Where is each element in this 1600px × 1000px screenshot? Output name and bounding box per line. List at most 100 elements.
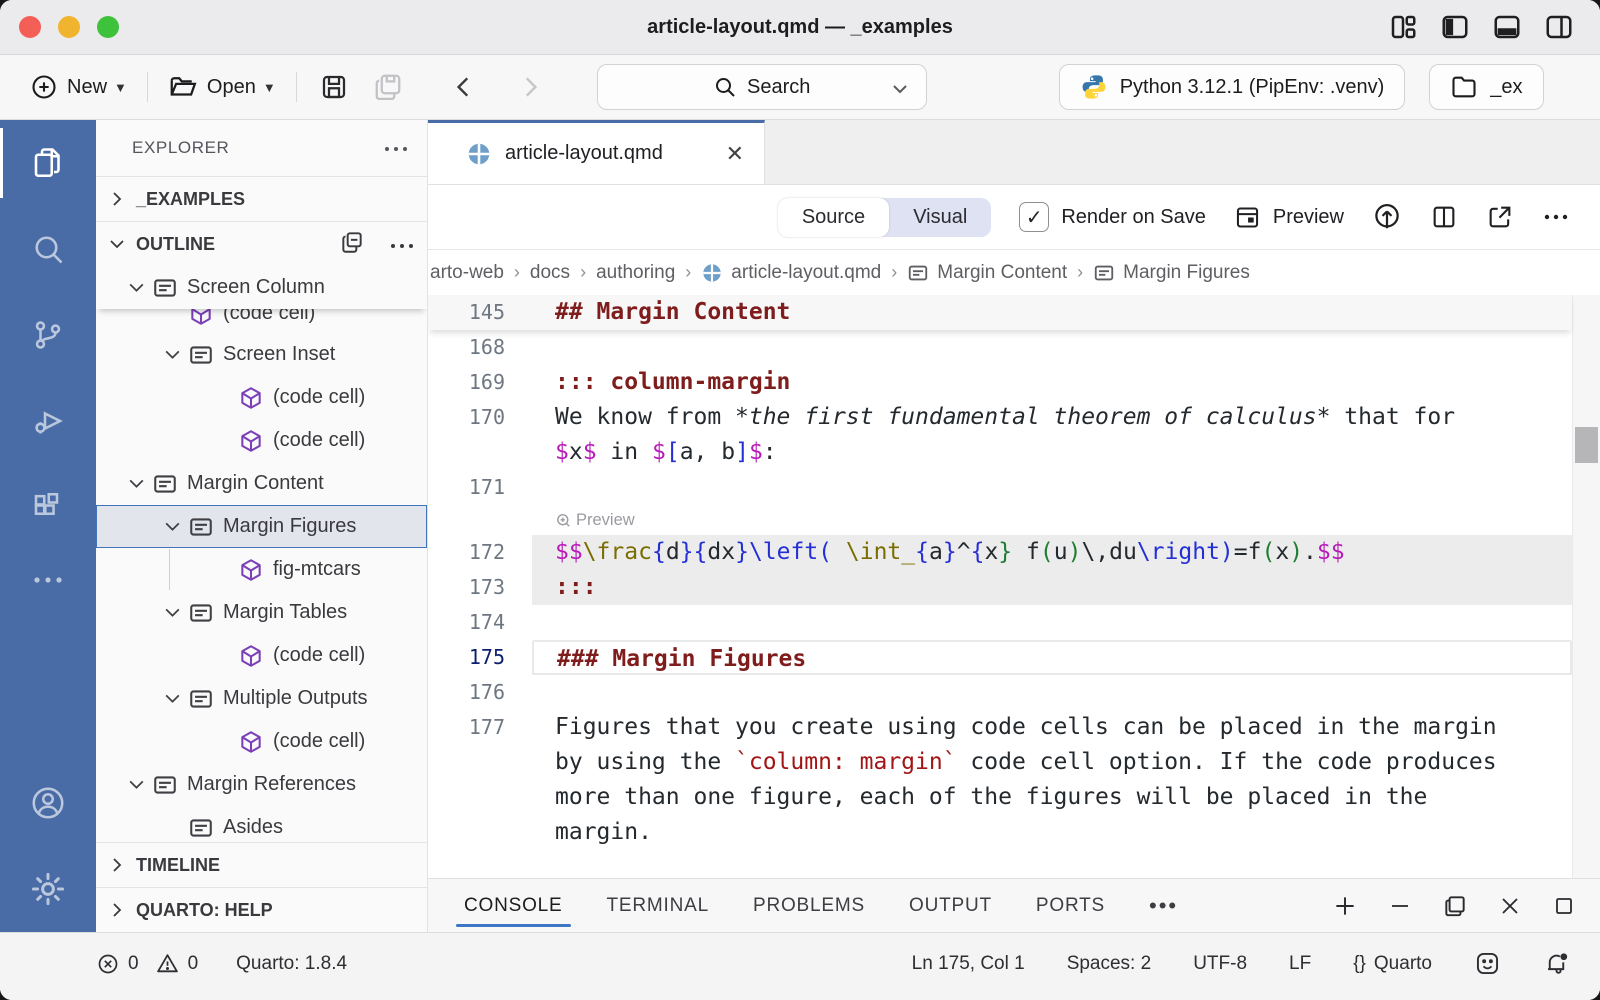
outline-item-margin-figures[interactable]: Margin Figures xyxy=(96,505,427,548)
outline-item-margin-references[interactable]: Margin References xyxy=(96,763,427,806)
tab-article-layout[interactable]: article-layout.qmd ✕ xyxy=(428,120,765,184)
breadcrumb-item-article-layout-qmd[interactable]: article-layout.qmd xyxy=(701,262,881,284)
sidebar-section-outline[interactable]: OUTLINE xyxy=(96,221,427,266)
render-document-button[interactable] xyxy=(1372,202,1402,232)
heading-symbol-icon xyxy=(152,772,178,798)
outline-item--code-cell-[interactable]: (code cell) xyxy=(96,634,427,677)
outline-item--code-cell-[interactable]: (code cell) xyxy=(96,309,427,333)
warning-count: 0 xyxy=(188,953,199,975)
panel-tab-ports[interactable]: PORTS xyxy=(1036,879,1105,932)
sidebar-section-examples[interactable]: _EXAMPLES xyxy=(96,176,427,221)
outline-item-margin-content[interactable]: Margin Content xyxy=(96,462,427,505)
outline-item--code-cell-[interactable]: (code cell) xyxy=(96,419,427,462)
breadcrumb-item-authoring[interactable]: authoring xyxy=(596,262,675,284)
panel-minimize-button[interactable] xyxy=(1388,894,1412,918)
breadcrumb-label: article-layout.qmd xyxy=(731,262,881,284)
breadcrumb-item-docs[interactable]: docs xyxy=(530,262,570,284)
close-tab-icon[interactable]: ✕ xyxy=(726,141,744,167)
explorer-activity-icon[interactable] xyxy=(0,120,96,206)
outline-item-margin-tables[interactable]: Margin Tables xyxy=(96,591,427,634)
outline-item-asides[interactable]: Asides xyxy=(96,806,427,842)
source-control-activity-icon[interactable] xyxy=(0,292,96,378)
visual-mode-button[interactable]: Visual xyxy=(889,198,991,237)
line-number: 171 xyxy=(428,470,532,505)
new-button[interactable]: New ▼ xyxy=(20,65,137,109)
account-icon[interactable] xyxy=(0,760,96,846)
preview-button[interactable]: Preview xyxy=(1234,204,1344,231)
panel-tab-problems[interactable]: PROBLEMS xyxy=(753,879,865,932)
panel-tab-terminal[interactable]: TERMINAL xyxy=(607,879,709,932)
collapse-all-icon[interactable] xyxy=(339,229,365,260)
navigate-back-button[interactable] xyxy=(439,65,489,109)
open-button[interactable]: Open ▼ xyxy=(158,65,286,109)
outline-item-screen-column[interactable]: Screen Column xyxy=(96,266,427,309)
save-button[interactable] xyxy=(307,65,361,109)
extensions-activity-icon[interactable] xyxy=(0,464,96,550)
code-line-content: We know from *the first fundamental theo… xyxy=(532,400,1572,435)
outline-item-screen-inset[interactable]: Screen Inset xyxy=(96,333,427,376)
source-mode-button[interactable]: Source xyxy=(778,198,889,237)
sidebar-section-quarto-help[interactable]: QUARTO: HELP xyxy=(96,887,427,932)
outline-item-multiple-outputs[interactable]: Multiple Outputs xyxy=(96,677,427,720)
status-bar: 0 0 Quarto: 1.8.4 Ln 175, Col 1 Spaces: … xyxy=(0,932,1600,1000)
outline-item--code-cell-[interactable]: (code cell) xyxy=(96,376,427,419)
outline-item--code-cell-[interactable]: (code cell) xyxy=(96,720,427,763)
code-line: 170We know from *the first fundamental t… xyxy=(428,400,1572,435)
chevron-down-icon xyxy=(890,82,910,96)
toggle-secondary-sidebar-icon[interactable] xyxy=(1544,12,1574,42)
quarto-version-status[interactable]: Quarto: 1.8.4 xyxy=(236,953,347,975)
panel-tab-console[interactable]: CONSOLE xyxy=(464,879,563,932)
breadcrumb-item-arto-web[interactable]: arto-web xyxy=(430,262,504,284)
scrollbar-thumb[interactable] xyxy=(1575,427,1598,463)
split-editor-button[interactable] xyxy=(1430,203,1458,231)
panel-tab-output[interactable]: OUTPUT xyxy=(909,879,992,932)
settings-gear-icon[interactable] xyxy=(0,846,96,932)
search-icon xyxy=(713,75,737,99)
code-lens-preview[interactable]: Preview xyxy=(532,505,635,535)
search-input[interactable]: Search xyxy=(597,64,927,110)
panel-new-button[interactable] xyxy=(1332,893,1358,919)
more-activity-icon[interactable] xyxy=(0,550,96,610)
run-debug-activity-icon[interactable] xyxy=(0,378,96,464)
sidebar-section-timeline[interactable]: TIMELINE xyxy=(96,842,427,887)
cursor-position-status[interactable]: Ln 175, Col 1 xyxy=(912,953,1025,975)
breadcrumb-label: Margin Content xyxy=(937,262,1067,284)
encoding-status[interactable]: UTF-8 xyxy=(1193,953,1247,975)
render-on-save-control[interactable]: ✓ Render on Save xyxy=(1019,202,1206,232)
editor-more-actions-button[interactable] xyxy=(1542,213,1570,221)
ellipsis-icon xyxy=(1542,213,1570,221)
save-all-button[interactable] xyxy=(361,65,415,109)
navigate-forward-button[interactable] xyxy=(505,65,555,109)
panel-float-button[interactable] xyxy=(1442,893,1468,919)
outline-item-fig-mtcars[interactable]: fig-mtcars xyxy=(96,548,427,591)
feedback-smiley-button[interactable] xyxy=(1474,950,1501,977)
indent-guide xyxy=(169,549,170,590)
editor-scrollbar[interactable] xyxy=(1572,295,1600,878)
chevron-down-icon xyxy=(108,235,126,253)
problems-status[interactable]: 0 0 xyxy=(96,951,198,976)
panel-maximize-button[interactable] xyxy=(1552,894,1576,918)
toggle-primary-sidebar-icon[interactable] xyxy=(1440,12,1470,42)
breadcrumb-item-margin-figures[interactable]: Margin Figures xyxy=(1093,262,1250,284)
chevron-right-icon xyxy=(108,190,126,208)
customize-layout-icon[interactable] xyxy=(1388,12,1418,42)
breadcrumb-item-margin-content[interactable]: Margin Content xyxy=(907,262,1067,284)
language-mode-status[interactable]: {} Quarto xyxy=(1353,953,1432,975)
explorer-sidebar: EXPLORER _EXAMPLES OUTLINE Sc xyxy=(96,120,428,932)
render-on-save-checkbox[interactable]: ✓ xyxy=(1019,202,1049,232)
python-interpreter-button[interactable]: Python 3.12.1 (PipEnv: .venv) xyxy=(1059,64,1406,110)
indentation-status[interactable]: Spaces: 2 xyxy=(1067,953,1152,975)
eol-status[interactable]: LF xyxy=(1289,953,1311,975)
toggle-panel-icon[interactable] xyxy=(1492,12,1522,42)
outline-more-actions-icon[interactable] xyxy=(389,234,415,255)
code-line-content: by using the `column: margin` code cell … xyxy=(532,745,1572,780)
editor-toolbar: Source Visual ✓ Render on Save Preview xyxy=(428,185,1600,250)
panel-close-button[interactable] xyxy=(1498,894,1522,918)
code-editor[interactable]: 145## Margin Content168169::: column-mar… xyxy=(428,295,1600,878)
workspace-button[interactable]: _ex xyxy=(1429,64,1543,110)
panel-more-tabs-button[interactable]: ••• xyxy=(1149,893,1178,919)
notifications-bell-button[interactable] xyxy=(1543,950,1570,977)
open-external-button[interactable] xyxy=(1486,203,1514,231)
search-activity-icon[interactable] xyxy=(0,206,96,292)
explorer-more-actions-icon[interactable] xyxy=(383,138,409,158)
